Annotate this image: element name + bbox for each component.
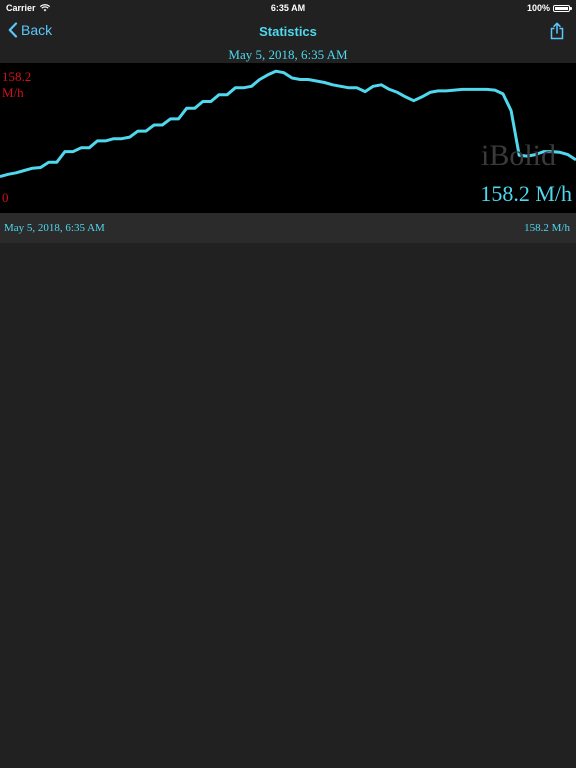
y-max-value: 158.2: [2, 69, 32, 84]
date-header: May 5, 2018, 6:35 AM: [228, 47, 348, 62]
records-list-empty-area: [0, 243, 576, 768]
battery-percent: 100%: [526, 3, 550, 13]
record-date: May 5, 2018, 6:35 AM: [4, 222, 105, 234]
y-max-unit: M/h: [2, 85, 24, 100]
share-button[interactable]: [550, 22, 564, 45]
speed-chart: 158.2 M/h 0 iBolid 158.2 M/h: [0, 63, 576, 213]
record-row[interactable]: May 5, 2018, 6:35 AM 158.2 M/h: [0, 213, 576, 243]
status-bar: Carrier 6:35 AM 100%: [0, 0, 576, 16]
watermark-logo: iBolid: [480, 139, 556, 172]
clock: 6:35 AM: [270, 3, 306, 13]
current-value: 158.2 M/h: [480, 181, 572, 206]
battery-indicator: 100%: [526, 3, 572, 13]
y-max-label: 158.2 M/h: [2, 69, 31, 101]
battery-icon: [553, 4, 572, 12]
page-title: Statistics: [259, 24, 317, 39]
navigation-bar: Back Statistics: [0, 16, 576, 46]
share-icon: [550, 22, 564, 40]
record-value: 158.2 M/h: [524, 222, 570, 234]
y-min-label: 0: [2, 190, 9, 205]
